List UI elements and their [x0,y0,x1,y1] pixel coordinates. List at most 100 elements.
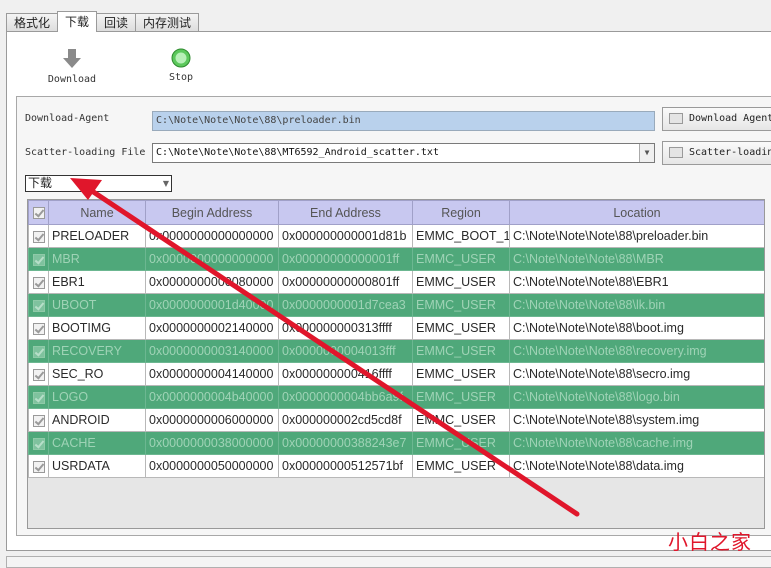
status-strip [6,556,771,568]
cell-end-address: 0x00000000512571bf [278,454,413,478]
tab-readback[interactable]: 回读 [96,13,137,32]
table-row[interactable]: EBR1 0x0000000000080000 0x00000000000801ff… [28,270,764,294]
download-button[interactable]: Download [44,48,100,85]
download-mode-select[interactable]: 下载 ▼ [25,175,172,192]
row-checkbox-cell [28,224,49,248]
cell-begin-address: 0x0000000038000000 [145,431,279,455]
table-row[interactable]: RECOVERY 0x0000000003140000 0x000000000401… [28,339,764,363]
chevron-down-icon[interactable]: ▼ [639,144,654,162]
checkbox-icon[interactable] [32,207,45,220]
cell-end-address: 0x00000000000001ff [278,247,413,271]
cell-end-address: 0x0000000001d7cea3 [278,293,413,317]
download-mode-value: 下载 [28,176,53,190]
folder-icon [669,113,683,124]
partition-table-body: PRELOADER 0x0000000000000000 0x00000000000… [28,224,764,478]
scatter-file-path: C:\Note\Note\Note\88\MT6592_Android_scat… [156,147,439,158]
row-checkbox-cell [28,316,49,340]
scatter-loading-button-label: Scatter-loading [689,147,771,158]
table-row[interactable]: ANDROID 0x0000000006000000 0x000000002cd5c… [28,408,764,432]
cell-location: C:\Note\Note\Note\88\EBR1 [509,270,764,294]
table-row[interactable]: LOGO 0x0000000004b40000 0x0000000004bb6a9f… [28,385,764,409]
header-region[interactable]: Region [412,200,510,225]
checkbox-icon[interactable] [32,414,45,427]
cell-region: EMMC_BOOT_1 [412,224,510,248]
tab-download[interactable]: 下载 [57,11,98,32]
download-agent-button-label: Download Agent [689,113,771,124]
cell-end-address: 0x000000000001d81b [278,224,413,248]
stop-circle-icon [171,48,191,68]
cell-location: C:\Note\Note\Note\88\system.img [509,408,764,432]
cell-region: EMMC_USER [412,385,510,409]
cell-region: EMMC_USER [412,293,510,317]
select-all-header[interactable] [28,200,49,225]
checkbox-icon[interactable] [32,253,45,266]
table-row[interactable]: CACHE 0x0000000038000000 0x00000000388243e… [28,431,764,455]
header-end-address[interactable]: End Address [278,200,413,225]
checkbox-icon[interactable] [32,299,45,312]
checkbox-icon[interactable] [32,437,45,450]
cell-end-address: 0x000000002cd5cd8f [278,408,413,432]
cell-location: C:\Note\Note\Note\88\cache.img [509,431,764,455]
folder-icon [669,147,683,158]
cell-location: C:\Note\Note\Note\88\logo.bin [509,385,764,409]
cell-region: EMMC_USER [412,339,510,363]
table-row[interactable]: USRDATA 0x0000000050000000 0x0000000051257… [28,454,764,478]
checkbox-icon[interactable] [32,368,45,381]
checkbox-icon[interactable] [32,391,45,404]
cell-name: LOGO [48,385,146,409]
checkbox-icon[interactable] [32,230,45,243]
tab-bar: 格式化 下载 回读 内存测试 [6,11,200,32]
cell-location: C:\Note\Note\Note\88\MBR [509,247,764,271]
checkbox-icon[interactable] [32,460,45,473]
cell-end-address: 0x00000000388243e7 [278,431,413,455]
table-row[interactable]: SEC_RO 0x0000000004140000 0x000000000416ff… [28,362,764,386]
cell-begin-address: 0x0000000003140000 [145,339,279,363]
cell-location: C:\Note\Note\Note\88\data.img [509,454,764,478]
checkbox-icon[interactable] [32,322,45,335]
row-checkbox-cell [28,385,49,409]
table-row[interactable]: BOOTIMG 0x0000000002140000 0x000000000313f… [28,316,764,340]
header-begin-address[interactable]: Begin Address [145,200,279,225]
row-checkbox-cell [28,431,49,455]
header-name[interactable]: Name [48,200,146,225]
partition-table-container: Name Begin Address End Address Region Lo… [27,199,765,529]
row-checkbox-cell [28,293,49,317]
cell-region: EMMC_USER [412,454,510,478]
cell-name: PRELOADER [48,224,146,248]
cell-location: C:\Note\Note\Note\88\secro.img [509,362,764,386]
cell-name: SEC_RO [48,362,146,386]
cell-begin-address: 0x0000000004140000 [145,362,279,386]
table-row[interactable]: PRELOADER 0x0000000000000000 0x00000000000… [28,224,764,248]
cell-begin-address: 0x0000000000000000 [145,247,279,271]
cell-name: ANDROID [48,408,146,432]
tab-format[interactable]: 格式化 [6,13,59,32]
row-checkbox-cell [28,247,49,271]
checkbox-icon[interactable] [32,345,45,358]
header-location[interactable]: Location [509,200,764,225]
cell-begin-address: 0x0000000000000000 [145,224,279,248]
checkbox-icon[interactable] [32,276,45,289]
scatter-file-combo[interactable]: C:\Note\Note\Note\88\MT6592_Android_scat… [152,143,655,163]
table-row[interactable]: MBR 0x0000000000000000 0x00000000000001ff E… [28,247,764,271]
stop-button[interactable]: Stop [160,48,202,83]
download-agent-button[interactable]: Download Agent [662,107,771,131]
download-agent-path-field[interactable]: C:\Note\Note\Note\88\preloader.bin [152,111,655,131]
cell-begin-address: 0x0000000050000000 [145,454,279,478]
cell-end-address: 0x00000000000801ff [278,270,413,294]
scatter-loading-button[interactable]: Scatter-loading [662,141,771,165]
cell-begin-address: 0x0000000000080000 [145,270,279,294]
table-header-row: Name Begin Address End Address Region Lo… [28,200,764,225]
row-checkbox-cell [28,362,49,386]
download-button-label: Download [47,74,97,85]
cell-name: UBOOT [48,293,146,317]
row-checkbox-cell [28,454,49,478]
table-row[interactable]: UBOOT 0x0000000001d40000 0x0000000001d7cea… [28,293,764,317]
tab-memory-test[interactable]: 内存测试 [135,13,200,32]
cell-name: USRDATA [48,454,146,478]
download-agent-label: Download-Agent [25,113,110,124]
chevron-down-icon: ▼ [162,179,169,188]
cell-name: BOOTIMG [48,316,146,340]
cell-location: C:\Note\Note\Note\88\recovery.img [509,339,764,363]
cell-region: EMMC_USER [412,270,510,294]
cell-name: MBR [48,247,146,271]
